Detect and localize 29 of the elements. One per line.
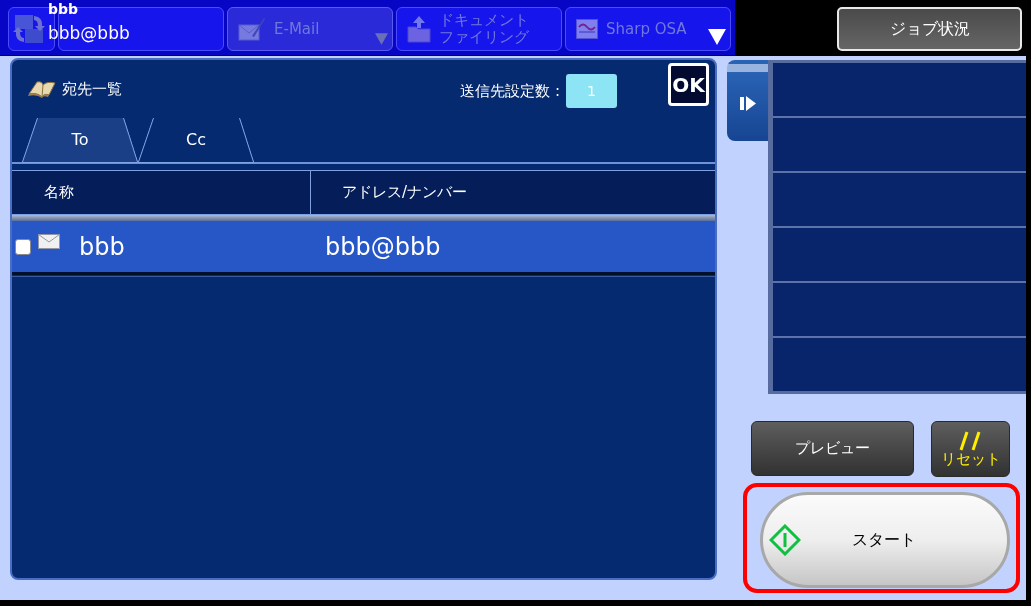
panel-title: 宛先一覧 bbox=[62, 78, 122, 100]
sender-address: bbb@bbb bbox=[48, 23, 130, 43]
column-header: 名称 bbox=[44, 182, 74, 204]
recipient-count: 1 bbox=[566, 74, 617, 108]
folder-arrow-icon bbox=[407, 15, 431, 43]
table-cell-text: bbb@bbb bbox=[325, 231, 441, 263]
open-book-icon bbox=[27, 80, 58, 98]
recipient-tab[interactable]: To bbox=[22, 117, 138, 162]
start-diamond-icon bbox=[769, 524, 801, 556]
recipient-count-label: 送信先設定数 : bbox=[460, 80, 560, 102]
ok-button[interactable]: OK bbox=[668, 63, 709, 106]
preview-button[interactable]: プレビュー bbox=[751, 421, 914, 476]
swap-arrows-icon bbox=[12, 12, 46, 46]
job-status-button[interactable]: ジョブ状況 bbox=[837, 7, 1022, 51]
table-cell-text: bbb bbox=[79, 231, 125, 263]
envelope-icon bbox=[38, 234, 60, 249]
envelope-pen-icon bbox=[238, 16, 266, 42]
panel-toggle-handle[interactable] bbox=[727, 60, 768, 141]
address-row[interactable]: bbb bbb@bbb bbox=[12, 221, 715, 275]
dropdown-triangle-icon bbox=[708, 29, 726, 45]
double-slash-icon bbox=[958, 430, 983, 451]
logo-tile-icon bbox=[576, 19, 598, 39]
sender-name: bbb bbox=[48, 1, 79, 17]
row-checkbox[interactable] bbox=[15, 238, 31, 255]
dropdown-triangle-icon bbox=[375, 33, 388, 45]
expand-arrow-icon bbox=[739, 96, 756, 111]
start-button[interactable]: スタート bbox=[760, 492, 1010, 588]
column-header: アドレス/ナンバー bbox=[342, 182, 468, 204]
reset-button[interactable]: リセット bbox=[931, 421, 1010, 477]
